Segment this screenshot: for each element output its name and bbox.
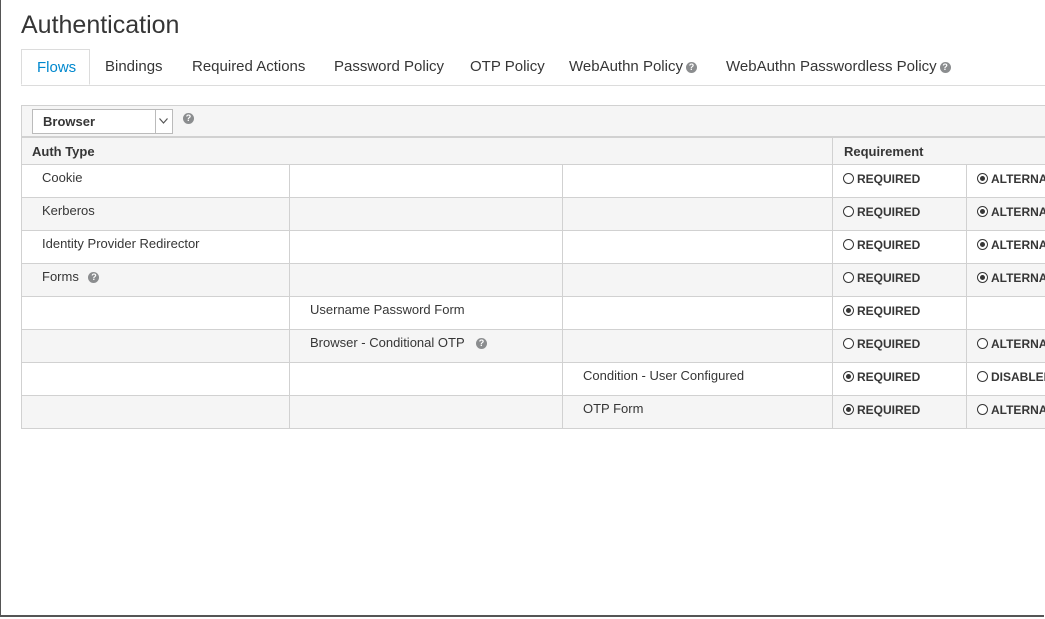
- tab-label: WebAuthn Passwordless Policy: [726, 58, 937, 75]
- tab-label: Bindings: [105, 58, 163, 75]
- table-row: Kerberos REQUIRED ALTERNATIVE: [21, 197, 1045, 231]
- radio-checked-icon[interactable]: [843, 371, 854, 382]
- requirement-alternative[interactable]: ALTERNATIVE: [968, 265, 1045, 285]
- flows-table: Auth Type Requirement Cookie REQUIRED AL…: [21, 137, 1045, 429]
- radio-icon[interactable]: [843, 206, 854, 217]
- tab-otp-policy[interactable]: OTP Policy: [470, 49, 545, 85]
- auth-name: Browser - Conditional OTP: [310, 335, 465, 350]
- help-icon[interactable]: ?: [476, 338, 487, 349]
- requirement-required[interactable]: REQUIRED: [834, 265, 966, 285]
- tab-label: Required Actions: [192, 58, 306, 75]
- auth-name: Cookie: [42, 170, 83, 185]
- requirement-alternative[interactable]: ALTERNATIVE: [968, 232, 1045, 252]
- radio-label: ALTERNATIVE: [991, 238, 1045, 252]
- requirement-alternative[interactable]: ALTERNATIVE: [968, 397, 1045, 417]
- column-header-requirement: Requirement: [832, 137, 1045, 165]
- auth-name: Condition - User Configured: [583, 368, 745, 383]
- requirement-required[interactable]: REQUIRED: [834, 331, 966, 351]
- radio-checked-icon[interactable]: [977, 173, 988, 184]
- radio-checked-icon[interactable]: [977, 206, 988, 217]
- tab-bar: Flows Bindings Required Actions Password…: [21, 49, 1045, 86]
- column-header-auth-type: Auth Type: [21, 137, 833, 165]
- radio-icon[interactable]: [977, 371, 988, 382]
- table-header-row: Auth Type Requirement: [21, 137, 1045, 165]
- auth-name-with-help: Forms ?: [23, 265, 289, 284]
- auth-name: Username Password Form: [310, 302, 465, 317]
- table-row: Browser - Conditional OTP ? REQUIRED ALT…: [21, 329, 1045, 363]
- radio-label: REQUIRED: [857, 403, 921, 417]
- requirement-required[interactable]: REQUIRED: [834, 364, 966, 384]
- radio-icon[interactable]: [977, 338, 988, 349]
- table-row: Forms ? REQUIRED ALTERNATIVE: [21, 263, 1045, 297]
- radio-checked-icon[interactable]: [843, 404, 854, 415]
- radio-icon[interactable]: [843, 272, 854, 283]
- tab-label: OTP Policy: [470, 58, 545, 75]
- auth-name: Kerberos: [42, 203, 95, 218]
- radio-label: ALTERNATIVE: [991, 403, 1045, 417]
- auth-name-with-help: Browser - Conditional OTP ?: [291, 331, 562, 350]
- requirement-required[interactable]: REQUIRED: [834, 199, 966, 219]
- tab-webauthn-policy[interactable]: WebAuthn Policy?: [569, 49, 697, 85]
- radio-label: REQUIRED: [857, 205, 921, 219]
- requirement-required[interactable]: REQUIRED: [834, 397, 966, 417]
- radio-label: ALTERNATIVE: [991, 337, 1045, 351]
- auth-name: Forms: [42, 269, 79, 284]
- tab-required-actions[interactable]: Required Actions: [192, 49, 305, 85]
- tab-webauthn-passwordless-policy[interactable]: WebAuthn Passwordless Policy?: [726, 49, 951, 85]
- tab-label: Flows: [37, 59, 77, 76]
- requirement-required[interactable]: REQUIRED: [834, 166, 966, 186]
- radio-checked-icon[interactable]: [977, 272, 988, 283]
- chevron-down-icon: [155, 110, 172, 133]
- radio-label: REQUIRED: [857, 172, 921, 186]
- requirement-alternative[interactable]: ALTERNATIVE: [968, 331, 1045, 351]
- tab-flows[interactable]: Flows: [21, 49, 90, 85]
- auth-name: OTP Form: [583, 401, 644, 416]
- table-row: Cookie REQUIRED ALTERNATIVE: [21, 164, 1045, 198]
- radio-label: ALTERNATIVE: [991, 205, 1045, 219]
- radio-label: REQUIRED: [857, 337, 921, 351]
- requirement-disabled[interactable]: DISABLED: [968, 364, 1045, 384]
- radio-icon[interactable]: [843, 173, 854, 184]
- radio-checked-icon[interactable]: [977, 239, 988, 250]
- tab-label: WebAuthn Policy: [569, 58, 683, 75]
- help-icon[interactable]: ?: [939, 62, 951, 73]
- radio-icon[interactable]: [843, 239, 854, 250]
- table-row: Identity Provider Redirector REQUIRED AL…: [21, 230, 1045, 264]
- help-icon[interactable]: ?: [685, 62, 697, 73]
- table-row: Condition - User Configured REQUIRED DIS…: [21, 362, 1045, 396]
- radio-label: REQUIRED: [857, 271, 921, 285]
- radio-label: REQUIRED: [857, 238, 921, 252]
- help-icon[interactable]: ?: [88, 272, 100, 283]
- auth-name: Identity Provider Redirector: [42, 236, 200, 251]
- radio-icon[interactable]: [977, 404, 988, 415]
- requirement-alternative[interactable]: ALTERNATIVE: [968, 199, 1045, 219]
- tab-bindings[interactable]: Bindings: [105, 49, 163, 85]
- requirement-alternative[interactable]: ALTERNATIVE: [968, 166, 1045, 186]
- requirement-required[interactable]: REQUIRED: [834, 232, 966, 252]
- radio-checked-icon[interactable]: [843, 305, 854, 316]
- radio-label: REQUIRED: [857, 304, 921, 318]
- radio-label: ALTERNATIVE: [991, 172, 1045, 186]
- radio-label: REQUIRED: [857, 370, 921, 384]
- radio-label: DISABLED: [991, 370, 1045, 384]
- help-icon[interactable]: ?: [183, 113, 194, 124]
- tab-label: Password Policy: [334, 58, 445, 75]
- radio-icon[interactable]: [843, 338, 854, 349]
- flow-select-value: Browser: [43, 114, 96, 129]
- flow-toolbar: Browser ?: [21, 105, 1045, 137]
- requirement-required[interactable]: REQUIRED: [834, 298, 966, 318]
- radio-label: ALTERNATIVE: [991, 271, 1045, 285]
- table-row: Username Password Form REQUIRED: [21, 296, 1045, 330]
- flow-select[interactable]: Browser: [32, 109, 173, 134]
- tab-password-policy[interactable]: Password Policy: [334, 49, 444, 85]
- page-title: Authentication: [21, 11, 180, 39]
- table-row: OTP Form REQUIRED ALTERNATIVE: [21, 395, 1045, 429]
